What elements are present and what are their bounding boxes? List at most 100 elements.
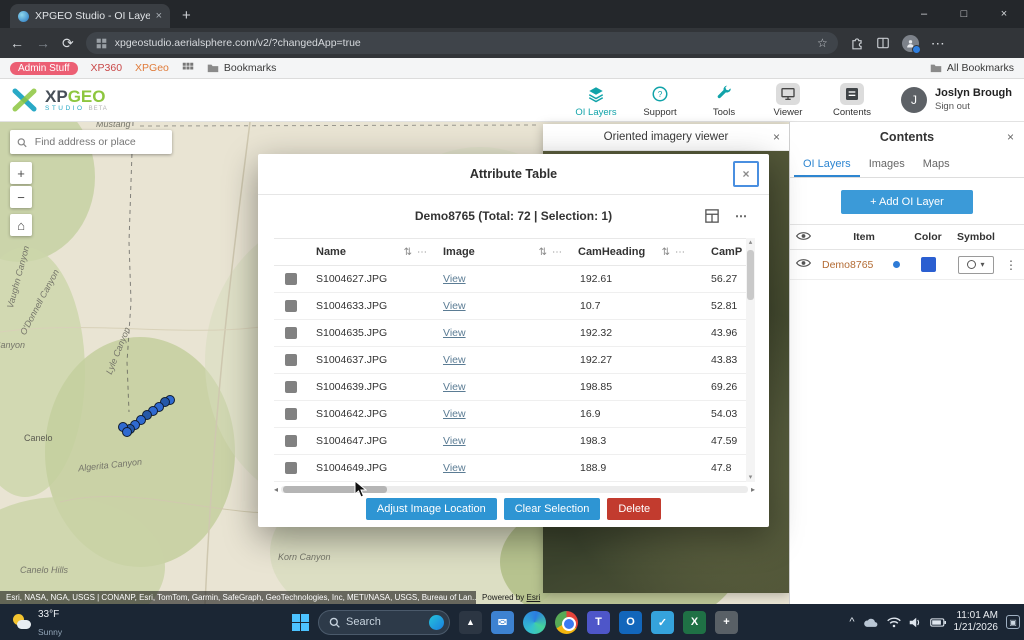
col-image[interactable]: Image: [443, 246, 475, 258]
sort-icon[interactable]: ⇅: [662, 247, 670, 258]
zoom-out-button[interactable]: −: [10, 186, 32, 208]
table-row[interactable]: S1004637.JPG View 192.27 43.83: [274, 347, 755, 374]
table-row[interactable]: S1004649.JPG View 188.9 47.8: [274, 455, 755, 482]
table-options-ellipsis-icon[interactable]: ⋯: [735, 209, 747, 223]
table-grid-icon[interactable]: [705, 209, 719, 223]
nav-contents[interactable]: Contents: [825, 82, 879, 118]
table-row[interactable]: S1004642.JPG View 16.9 54.03: [274, 401, 755, 428]
mail-icon[interactable]: ✉: [491, 610, 514, 634]
column-menu-icon[interactable]: ⋯: [552, 247, 562, 258]
nav-oi-layers[interactable]: OI Layers: [569, 83, 623, 118]
browser-menu-icon[interactable]: ⋯: [931, 36, 945, 50]
col-cam-heading[interactable]: CamHeading: [578, 246, 645, 258]
row-checkbox[interactable]: [285, 381, 297, 393]
table-row[interactable]: S1004633.JPG View 10.7 52.81: [274, 293, 755, 320]
table-row[interactable]: S1004647.JPG View 198.3 47.59: [274, 428, 755, 455]
bookmark-folder-bookmarks[interactable]: Bookmarks: [207, 62, 276, 74]
view-link[interactable]: View: [443, 435, 466, 447]
all-bookmarks-button[interactable]: All Bookmarks: [930, 62, 1014, 74]
nav-viewer[interactable]: Viewer: [761, 82, 815, 118]
clear-selection-button[interactable]: Clear Selection: [503, 498, 601, 520]
delete-button[interactable]: Delete: [607, 498, 662, 520]
table-row[interactable]: S1004627.JPG View 192.61 56.27: [274, 266, 755, 293]
tray-chevron-up-icon[interactable]: ^: [849, 616, 854, 628]
window-maximize-button[interactable]: □: [944, 0, 984, 28]
column-menu-icon[interactable]: ⋯: [675, 247, 685, 258]
scroll-right-arrow-icon[interactable]: ▸: [751, 485, 755, 494]
tab-oi-layers[interactable]: OI Layers: [794, 152, 860, 177]
notification-icon[interactable]: ▣: [1006, 615, 1020, 629]
table-row[interactable]: S1004635.JPG View 192.32 43.96: [274, 320, 755, 347]
nav-tools[interactable]: Tools: [697, 83, 751, 118]
oi-viewer-close-icon[interactable]: ×: [773, 130, 780, 144]
table-row[interactable]: S1004639.JPG View 198.85 69.26: [274, 374, 755, 401]
row-checkbox[interactable]: [285, 462, 297, 474]
window-close-button[interactable]: ×: [984, 0, 1024, 28]
esri-link[interactable]: Esri: [526, 593, 540, 602]
edge-icon[interactable]: [523, 610, 546, 634]
view-link[interactable]: View: [443, 462, 466, 474]
row-checkbox[interactable]: [285, 300, 297, 312]
horizontal-scrollbar[interactable]: ◂ ▸: [274, 484, 755, 494]
col-name[interactable]: Name: [316, 246, 346, 258]
bookmark-xp360[interactable]: XP360: [91, 62, 123, 74]
view-link[interactable]: View: [443, 381, 466, 393]
add-oi-layer-button[interactable]: + Add OI Layer: [841, 190, 973, 214]
layer-color-swatch[interactable]: [920, 257, 936, 272]
extensions-puzzle-icon[interactable]: [850, 36, 864, 50]
window-minimize-button[interactable]: –: [904, 0, 944, 28]
horizontal-scroll-thumb[interactable]: [283, 485, 388, 493]
adjust-image-location-button[interactable]: Adjust Image Location: [365, 498, 497, 520]
zoom-in-button[interactable]: +: [10, 162, 32, 184]
tab-close-icon[interactable]: ×: [156, 10, 162, 22]
tab-maps[interactable]: Maps: [914, 152, 959, 177]
view-link[interactable]: View: [443, 327, 466, 339]
map-search-box[interactable]: [10, 130, 172, 154]
browser-profile-avatar[interactable]: [901, 34, 921, 54]
forward-button[interactable]: →: [36, 36, 50, 50]
site-info-icon[interactable]: [96, 38, 107, 49]
refresh-button[interactable]: ⟳: [62, 36, 74, 50]
photos-icon[interactable]: ▲: [459, 610, 482, 634]
teams-icon[interactable]: T: [587, 610, 610, 634]
onedrive-cloud-icon[interactable]: [863, 617, 879, 628]
user-menu[interactable]: J Joslyn Brough Sign out: [900, 87, 1012, 113]
apps-grid-icon[interactable]: [182, 62, 194, 74]
row-checkbox[interactable]: [285, 273, 297, 285]
battery-icon[interactable]: [929, 617, 946, 627]
view-link[interactable]: View: [443, 408, 466, 420]
row-checkbox[interactable]: [285, 327, 297, 339]
vertical-scroll-thumb[interactable]: [747, 250, 754, 300]
row-checkbox[interactable]: [285, 354, 297, 366]
address-bar[interactable]: xpgeostudio.aerialsphere.com/v2/?changed…: [85, 32, 838, 54]
wifi-icon[interactable]: [886, 617, 901, 628]
sort-icon[interactable]: ⇅: [539, 247, 547, 258]
taskbar-weather-widget[interactable]: 33°F Sunny: [4, 604, 70, 640]
layer-row[interactable]: Demo8765 ▾ ⋮: [790, 250, 1024, 280]
row-checkbox[interactable]: [285, 408, 297, 420]
layer-options-kebab-icon[interactable]: ⋮: [1002, 258, 1020, 272]
taskbar-search[interactable]: Search: [318, 609, 450, 635]
layer-visibility-icon[interactable]: [795, 258, 822, 271]
sign-out-link[interactable]: Sign out: [935, 101, 970, 112]
row-checkbox[interactable]: [285, 435, 297, 447]
tab-images[interactable]: Images: [860, 152, 914, 177]
volume-icon[interactable]: [909, 617, 922, 628]
toggle-all-visibility-icon[interactable]: [795, 231, 822, 244]
split-screen-icon[interactable]: [876, 36, 890, 50]
bookmark-xpgeo[interactable]: XPGeo: [135, 62, 169, 74]
start-button[interactable]: [292, 613, 309, 631]
modal-close-button[interactable]: ×: [733, 161, 759, 187]
back-button[interactable]: ←: [10, 36, 24, 50]
excel-icon[interactable]: X: [683, 610, 706, 634]
contents-close-icon[interactable]: ×: [1007, 130, 1014, 144]
bookmark-admin-stuff[interactable]: Admin Stuff: [10, 61, 78, 75]
map-search-input[interactable]: [32, 135, 165, 149]
browser-tab[interactable]: XPGEO Studio - OI Layers ×: [10, 4, 170, 28]
addin-puzzle-icon[interactable]: +: [715, 610, 738, 634]
vertical-scrollbar[interactable]: ▴ ▾: [746, 238, 755, 482]
column-menu-icon[interactable]: ⋯: [417, 247, 427, 258]
bookmark-star-icon[interactable]: ☆: [817, 36, 828, 50]
view-link[interactable]: View: [443, 300, 466, 312]
view-link[interactable]: View: [443, 354, 466, 366]
